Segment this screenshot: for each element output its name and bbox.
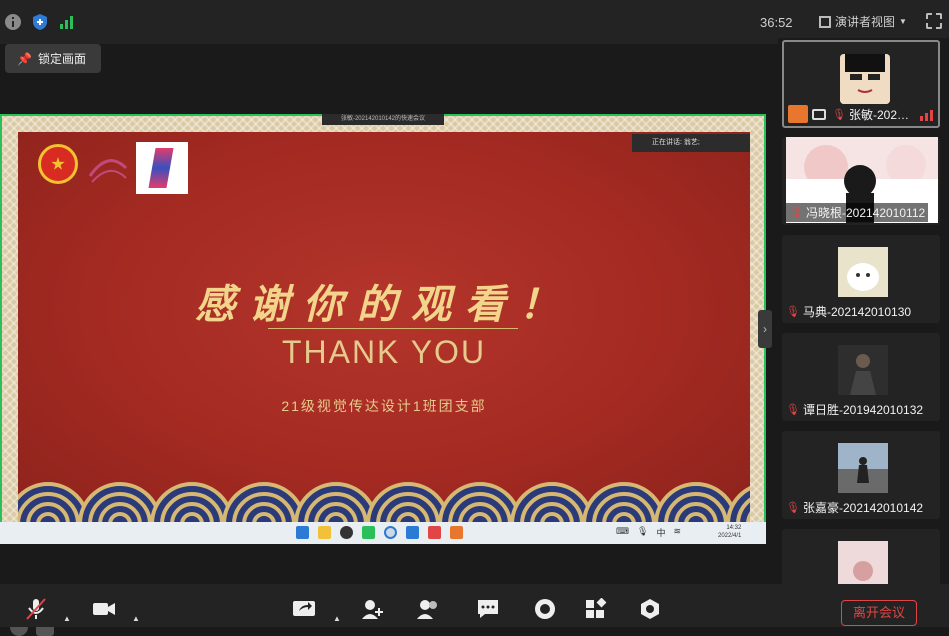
- taskbar-apps: [296, 526, 463, 539]
- taskbar-date: 2022/4/1: [718, 533, 742, 539]
- invite-icon[interactable]: [361, 598, 385, 620]
- participant-tile[interactable]: 🎙 张嘉豪-202142010142: [782, 431, 940, 519]
- settings-icon[interactable]: [638, 598, 662, 620]
- search-icon[interactable]: [384, 526, 397, 539]
- grid-view-icon: [819, 15, 831, 28]
- video-options-caret-icon[interactable]: ▲: [132, 614, 140, 623]
- mic-muted-icon: 🎙: [786, 502, 800, 514]
- lock-screen-button[interactable]: 📌 锁定画面: [5, 44, 101, 73]
- windows-taskbar: ⌨ 🎙 中 ≋ 14:32 2022/4/1: [0, 522, 766, 544]
- participant-name: 冯晓根-202142010112: [805, 206, 926, 220]
- youth-league-logo: [38, 144, 78, 184]
- collapse-sidebar-button[interactable]: ›: [758, 310, 772, 348]
- shared-screen: 张敏-202142010142的快速会议 正在讲话: 翁艺; 感谢你的观看！ T…: [0, 114, 766, 636]
- participant-name: 张嘉豪-202142010142: [802, 501, 924, 515]
- host-badge-icon: [788, 105, 808, 123]
- participant-name-row: 🎙 谭日胜-201942010132: [786, 401, 923, 418]
- slide-title-cn: 感谢你的观看！: [195, 281, 573, 328]
- signal-bars-icon[interactable]: [58, 13, 76, 31]
- mic-muted-icon: 🎙: [786, 404, 800, 416]
- media-player-icon[interactable]: [450, 526, 463, 539]
- mic-muted-icon: 🎙: [789, 207, 803, 219]
- wps-icon[interactable]: [428, 526, 441, 539]
- dell-icon[interactable]: [340, 526, 353, 539]
- slide: 正在讲话: 翁艺; 感谢你的观看！ THANK YOU 21级视觉传达设计1班团…: [18, 132, 750, 524]
- avatar: [840, 54, 890, 104]
- share-title-bar: 张敏-202142010142的快速会议: [322, 114, 444, 125]
- video-camera-icon[interactable]: [92, 598, 116, 620]
- screen-share-icon: [812, 109, 826, 120]
- participant-name: 张敏-202…: [848, 108, 909, 122]
- participant-name-row: 🎙 张敏-202…: [832, 106, 909, 123]
- audio-options-caret-icon[interactable]: ▲: [63, 614, 71, 623]
- mic-muted-icon: 🎙: [786, 306, 800, 318]
- avatar: [838, 443, 888, 493]
- share-options-caret-icon[interactable]: ▲: [333, 614, 341, 623]
- participant-name: 谭日胜-201942010132: [802, 403, 924, 417]
- participant-name-row: 🎙 冯晓根-202142010112: [786, 203, 929, 222]
- app-window-icon[interactable]: [406, 526, 419, 539]
- connection-bars-icon: [920, 110, 933, 121]
- participants-icon[interactable]: [416, 598, 440, 620]
- windows-start-icon[interactable]: [296, 526, 309, 539]
- wave-pattern: [18, 482, 750, 524]
- keyboard-icon[interactable]: ⌨: [616, 526, 629, 539]
- school-logo: [86, 146, 130, 188]
- chat-icon[interactable]: [476, 598, 500, 620]
- participant-name: 马典-202142010130: [802, 305, 912, 319]
- security-shield-icon[interactable]: [31, 13, 49, 31]
- divider: [268, 328, 518, 329]
- participant-tile[interactable]: 🎙 张敏-202…: [782, 40, 940, 128]
- speaker-view-dropdown[interactable]: 演讲者视图 ▼: [819, 13, 907, 30]
- speaking-indicator: 正在讲话: 翁艺;: [632, 134, 750, 152]
- file-explorer-icon[interactable]: [318, 526, 331, 539]
- mic-muted-icon[interactable]: [24, 598, 48, 620]
- participant-tile[interactable]: 🎙 谭日胜-201942010132: [782, 333, 940, 421]
- record-icon[interactable]: [533, 598, 557, 620]
- fullscreen-icon[interactable]: [926, 13, 942, 29]
- avatar: [838, 541, 888, 584]
- lock-screen-label: 锁定画面: [37, 52, 86, 66]
- ime-indicator[interactable]: 中: [656, 526, 665, 539]
- participant-tile[interactable]: [782, 529, 940, 584]
- wechat-icon[interactable]: [362, 526, 375, 539]
- mic-muted-icon: 🎙: [832, 109, 846, 121]
- taskbar-clock[interactable]: 14:32 2022/4/1: [718, 524, 741, 540]
- participant-tile[interactable]: 🎙 马典-202142010130: [782, 235, 940, 323]
- avatar: [838, 345, 888, 395]
- slide-title-en: THANK YOU: [281, 334, 487, 370]
- system-tray: ⌨ 🎙 中 ≋: [616, 526, 681, 539]
- share-screen-icon[interactable]: [292, 598, 316, 620]
- info-icon[interactable]: [4, 13, 22, 31]
- chevron-down-icon: ▼: [899, 17, 907, 26]
- mic-tray-icon[interactable]: 🎙: [637, 526, 648, 539]
- pin-icon: 📌: [17, 51, 32, 66]
- speaker-view-label: 演讲者视图: [835, 15, 896, 29]
- leave-meeting-button[interactable]: 离开会议: [841, 600, 917, 626]
- participant-name-row: 🎙 马典-202142010130: [786, 303, 911, 320]
- participant-name-row: 🎙 张嘉豪-202142010142: [786, 499, 923, 516]
- meeting-timer: 36:52: [760, 15, 793, 30]
- participant-tile[interactable]: 🎙 冯晓根-202142010112: [782, 137, 940, 225]
- taskbar-time: 14:32: [726, 525, 742, 531]
- design-logo: [136, 142, 188, 194]
- participant-panel: 🎙 张敏-202… 🎙 冯晓根-202142010112 🎙 马典-202142…: [778, 38, 949, 584]
- slide-subtitle: 21级视觉传达设计1班团支部: [281, 398, 487, 414]
- apps-icon[interactable]: [584, 598, 608, 620]
- avatar: [838, 247, 888, 297]
- meeting-toolbar: ▲ ▲ ▲ 离开会议: [0, 584, 949, 627]
- wifi-icon[interactable]: ≋: [673, 526, 681, 539]
